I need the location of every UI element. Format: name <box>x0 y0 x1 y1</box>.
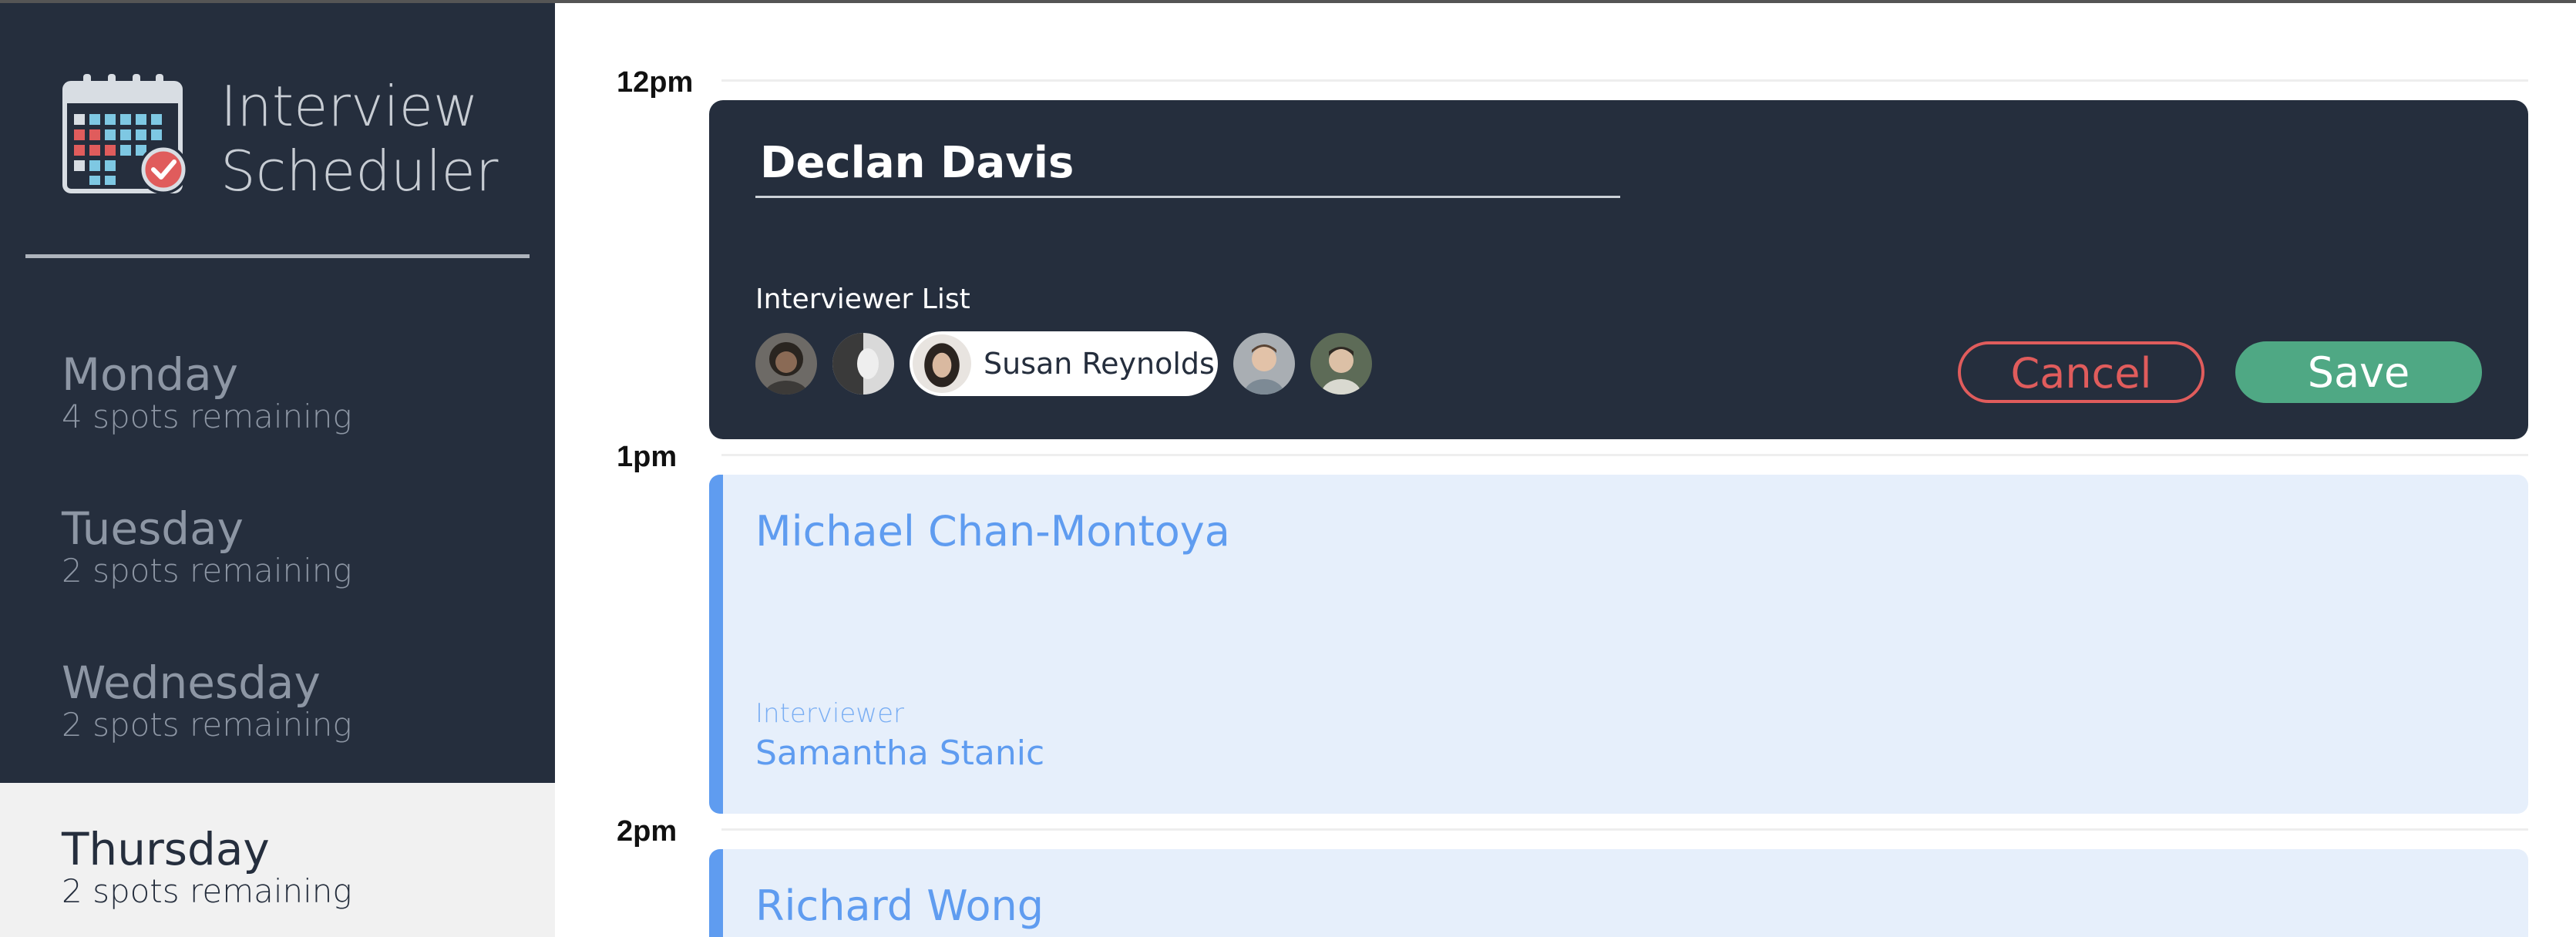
selected-interviewer[interactable]: Susan Reynolds <box>910 331 1218 396</box>
day-item-thursday[interactable]: Thursday 2 spots remaining <box>0 783 555 937</box>
interviewer-avatar[interactable] <box>755 333 817 395</box>
avatar-photo-icon <box>1233 333 1295 395</box>
app-title-line1: Interview <box>220 74 479 139</box>
day-item-monday[interactable]: Monday 4 spots remaining <box>0 308 555 462</box>
name-input-underline <box>755 196 1620 198</box>
interviewer-avatar[interactable] <box>1310 333 1372 395</box>
sidebar-divider <box>25 254 530 258</box>
hour-line <box>721 79 2528 82</box>
appointment-card[interactable]: Richard Wong <box>709 849 2528 937</box>
day-spots: 2 spots remaining <box>62 872 352 910</box>
day-name: Wednesday <box>62 657 321 709</box>
interviewer-list-label: Interviewer List <box>755 284 970 315</box>
appointment-form: Interviewer List <box>709 100 2528 439</box>
student-name-input[interactable] <box>755 136 1613 190</box>
interviewer-avatar[interactable] <box>1233 333 1295 395</box>
hour-line <box>721 454 2528 456</box>
day-spots: 2 spots remaining <box>62 552 352 589</box>
calendar-logo-icon <box>62 74 188 194</box>
day-spots: 2 spots remaining <box>62 706 352 744</box>
appointment-student-name: Michael Chan-Montoya <box>755 507 1230 556</box>
sidebar: Interview Scheduler Monday 4 spots remai… <box>0 3 555 937</box>
interviewer-avatar[interactable] <box>832 333 894 395</box>
time-label-2pm: 2pm <box>617 815 678 848</box>
day-item-tuesday[interactable]: Tuesday 2 spots remaining <box>0 462 555 616</box>
avatar-photo-icon <box>1310 333 1372 395</box>
day-name: Thursday <box>62 823 270 875</box>
save-button[interactable]: Save <box>2235 341 2482 403</box>
appointment-interviewer-name: Samantha Stanic <box>755 734 1045 773</box>
day-item-wednesday[interactable]: Wednesday 2 spots remaining <box>0 616 555 771</box>
appointment-student-name: Richard Wong <box>755 882 1044 930</box>
avatar-photo-icon <box>755 333 817 395</box>
cancel-button[interactable]: Cancel <box>1958 341 2204 403</box>
time-label-1pm: 1pm <box>617 441 678 473</box>
time-label-12pm: 12pm <box>617 66 694 99</box>
avatar-photo-icon <box>832 333 894 395</box>
day-spots: 4 spots remaining <box>62 398 352 435</box>
app-title-line2: Scheduler <box>220 139 499 203</box>
day-name: Monday <box>62 348 238 401</box>
interviewer-avatar <box>913 334 971 393</box>
day-name: Tuesday <box>62 502 244 555</box>
appointment-interviewer-label: Interviewer <box>755 698 904 729</box>
appointment-card[interactable]: Michael Chan-Montoya Interviewer Samanth… <box>709 475 2528 814</box>
avatar-photo-icon <box>913 334 971 393</box>
hour-line <box>721 828 2528 831</box>
app-title: Interview Scheduler <box>220 74 498 203</box>
selected-interviewer-name: Susan Reynolds <box>984 347 1215 381</box>
